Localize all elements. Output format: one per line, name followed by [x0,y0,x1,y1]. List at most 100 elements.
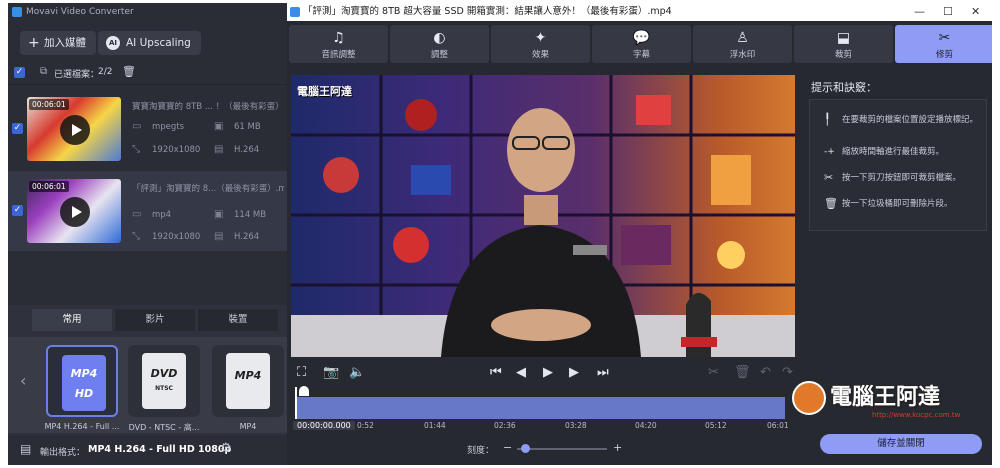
top-actions: + 加入媒體 AI AI Upscaling [8,25,287,61]
format-icon: ▭ [132,121,142,132]
editor-title: 「評測」淘寶寶的 8TB 超大容量 SSD 開箱實測：結果讓人意外！（最後有彩蛋… [303,6,672,17]
cut-icon[interactable]: ✂ [708,365,719,380]
volume-icon[interactable]: 🔈 [349,365,365,380]
file-duration: 00:06:01 [29,181,69,192]
playhead[interactable] [295,386,309,419]
ai-upscaling-button[interactable]: AI AI Upscaling [98,31,201,55]
file-item[interactable]: ✓ 00:06:01 「評測」淘寶寶的 8...（最後有彩蛋）.mp4 ▭ mp… [8,171,287,251]
play-icon[interactable] [60,115,90,145]
fullscreen-icon[interactable]: ⛶ [297,365,306,380]
hint-item: ╿ 在要裁剪的檔案位置設定播放標記。 [824,114,984,126]
ai-upscaling-label: AI Upscaling [126,37,191,49]
selected-label: 已選檔案： [54,70,100,80]
tab-trim[interactable]: ✂ 修剪 [895,25,992,63]
file-checkbox[interactable]: ✓ [12,123,23,134]
video-preview[interactable]: 電腦王阿達 [291,75,795,357]
converter-title: Movavi Video Converter [26,7,134,17]
skip-start-icon[interactable]: ⏮ [490,365,502,380]
playhead-handle[interactable] [299,386,309,396]
preset-badge: MP4 [70,367,98,380]
tab-subtitles[interactable]: 💬 字幕 [592,25,691,63]
preset-badge: MP4 [234,369,262,382]
timeline-tick: 05:12 [705,421,727,430]
mp4-hd-icon: MP4 HD [62,355,106,411]
movavi-app-icon [290,7,300,17]
hint-text: 按一下垃圾桶即可刪除片段。 [842,199,953,209]
trash-icon[interactable]: 🗑 [734,365,751,380]
timeline[interactable]: 00:00:00.000 0:52 01:44 02:36 03:28 04:2… [287,386,807,437]
timeline-track[interactable] [295,397,785,419]
tab-video[interactable]: 影片 [115,309,195,331]
zoom-slider-thumb[interactable] [521,444,530,453]
snapshot-icon[interactable]: 📷 [323,365,339,380]
tab-common[interactable]: 常用 [32,309,112,331]
current-time: 00:00:00.000 [293,421,355,430]
stamp-icon: ♙ [736,30,749,46]
minimize-icon[interactable]: — [914,3,925,21]
converter-titlebar: Movavi Video Converter [8,3,287,21]
zoom-out-icon[interactable]: − [503,441,512,454]
undo-icon[interactable]: ↶ [760,365,771,380]
disk-icon: ▣ [214,121,224,132]
play-icon[interactable] [60,197,90,227]
tab-label: 浮水印 [729,50,756,60]
file-codec: H.264 [234,145,260,155]
tab-devices[interactable]: 裝置 [198,309,278,331]
select-all-checkbox[interactable]: ✓ [14,67,25,78]
files-icon: ⧉ [40,66,48,77]
ai-icon: AI [106,36,120,50]
video-overlay-logo: 電腦王阿達 [297,85,352,98]
music-note-icon: ♫ [332,30,345,46]
output-format-value[interactable]: MP4 H.264 - Full HD 1080p [88,444,231,455]
codec-icon: ▤ [214,231,224,242]
tab-effects[interactable]: ✦ 效果 [491,25,590,63]
tab-crop[interactable]: ⬓ 裁剪 [794,25,893,63]
plus-icon: + [28,35,40,51]
watermark-title: 電腦王阿達 [830,385,941,410]
speech-bubble-icon: 💬 [632,30,651,46]
mp4-icon: MP4 [226,353,270,409]
zoom-slider-track[interactable] [517,448,607,450]
hint-text: 按一下剪刀按鈕即可裁剪檔案。 [842,173,962,183]
file-name: 「評測」淘寶寶的 8...（最後有彩蛋）.mp4 [132,184,284,194]
tab-label: 裁剪 [834,50,852,60]
chevron-left-icon[interactable]: ‹ [20,371,26,390]
timeline-tick: 03:28 [565,421,587,430]
file-container: mpegts [152,122,185,132]
file-resolution: 1920x1080 [152,145,201,155]
skip-end-icon[interactable]: ⏭ [597,365,609,380]
file-checkbox[interactable]: ✓ [12,205,23,216]
play-icon[interactable]: ▶ [543,365,553,380]
tab-adjust[interactable]: ◐ 調整 [390,25,489,63]
trash-icon: 🗑 [824,197,838,210]
delete-icon[interactable]: 🗑 [122,65,136,78]
step-forward-icon[interactable]: ▶ [569,365,579,380]
playback-controls: ⛶ 📷 🔈 ⏮ ◀ ▶ ▶ ⏭ ✂ 🗑 ↶ ↷ [287,361,807,387]
file-item[interactable]: ✓ 00:06:01 寶寶淘寶寶的 8TB ... ！（最後有彩蛋）.ts ▭ … [8,89,287,169]
tab-label: 效果 [531,50,549,60]
close-icon[interactable]: ✕ [971,3,980,21]
maximize-icon[interactable]: ☐ [943,3,953,21]
site-watermark: 電腦王阿達 http://www.kocpc.com.tw [792,375,992,435]
step-back-icon[interactable]: ◀ [516,365,526,380]
tab-label: 字幕 [632,50,650,60]
preset-mp4-hd[interactable]: MP4 HD [46,345,118,417]
codec-icon: ▤ [214,144,224,155]
hints-box: ╿ 在要裁剪的檔案位置設定播放標記。 -+ 縮放時間軸進行最佳裁剪。 ✂ 按一下… [809,99,987,231]
hint-item: ✂ 按一下剪刀按鈕即可裁剪檔案。 [824,172,984,184]
tab-watermark[interactable]: ♙ 浮水印 [693,25,792,63]
gear-icon[interactable]: ⚙ [220,441,232,456]
resolution-icon: ⤡ [132,144,140,155]
file-resolution: 1920x1080 [152,232,201,242]
preset-cards: ‹ MP4 HD DVD NTSC MP4 MP4 H.264 - Full .… [8,337,287,433]
zoom-in-icon[interactable]: + [613,441,622,454]
tab-audio[interactable]: ♫ 音訊調整 [289,25,388,63]
magic-wand-icon: ✦ [534,30,547,46]
zoom-timeline-icon: -+ [824,147,835,157]
hint-text: 縮放時間軸進行最佳裁剪。 [842,147,945,157]
mascot-icon [792,381,826,415]
save-and-close-button[interactable]: 儲存並關閉 [820,434,982,454]
add-media-button[interactable]: + 加入媒體 [20,31,96,55]
preset-dvd-ntsc[interactable]: DVD NTSC [128,345,200,417]
preset-mp4[interactable]: MP4 [212,345,284,417]
